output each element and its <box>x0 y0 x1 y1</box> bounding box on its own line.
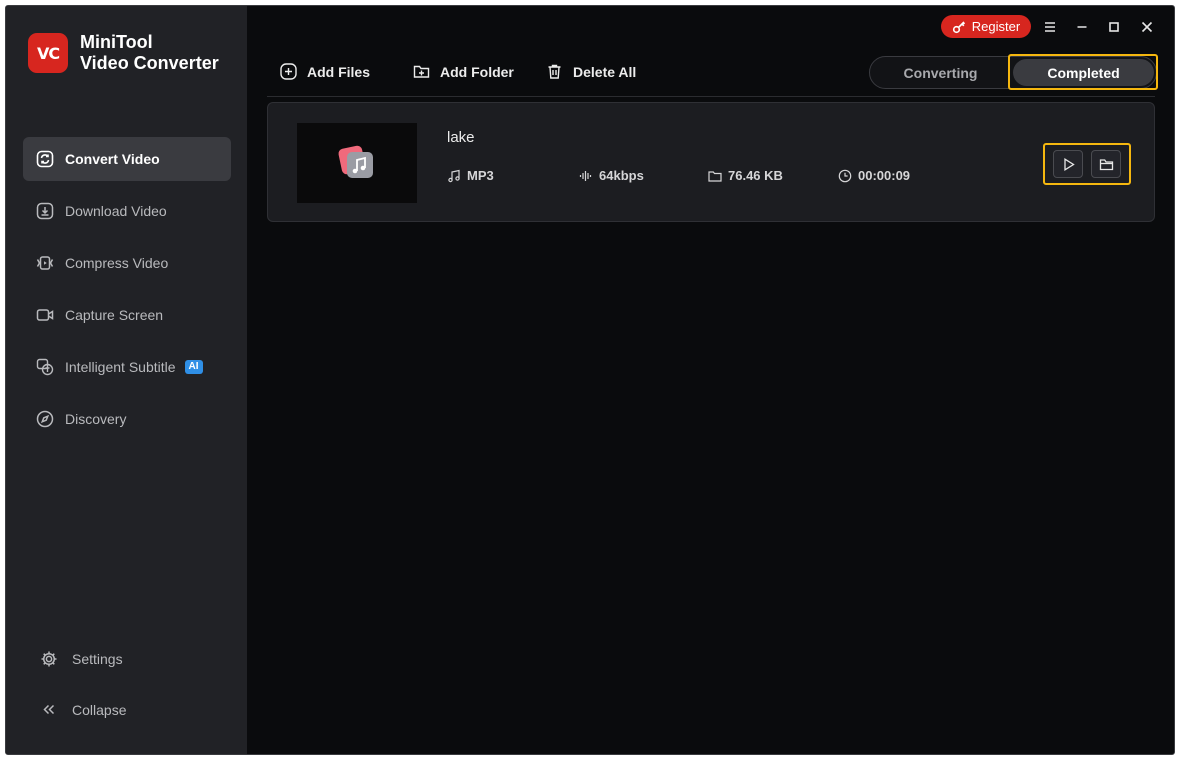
clock-icon <box>838 169 852 182</box>
sidebar-item-label: Convert Video <box>65 151 160 167</box>
file-actions <box>1043 143 1131 185</box>
file-bitrate: 64kbps <box>579 168 644 183</box>
maximize-icon <box>1109 22 1119 32</box>
size-value: 76.46 KB <box>728 168 783 183</box>
play-button[interactable] <box>1053 150 1083 178</box>
tab-completed[interactable]: Completed <box>1013 59 1154 86</box>
tab-converting[interactable]: Converting <box>870 57 1011 88</box>
download-icon <box>36 202 54 220</box>
folder-icon <box>708 170 722 182</box>
sidebar-item-label: Compress Video <box>65 255 169 271</box>
subtitle-icon <box>36 358 54 376</box>
add-circle-icon <box>280 63 297 80</box>
collapse-container: Collapse <box>40 698 240 722</box>
app-title: MiniTool Video Converter <box>80 32 219 74</box>
register-button[interactable]: Register <box>941 15 1031 38</box>
compress-icon <box>36 256 54 270</box>
delete-all-label: Delete All <box>573 63 637 80</box>
app-window: VC MiniTool Video Converter Convert Vide… <box>5 5 1175 755</box>
close-icon <box>1141 21 1153 33</box>
file-duration: 00:00:09 <box>838 168 910 183</box>
close-button[interactable] <box>1137 17 1157 37</box>
minimize-icon <box>1077 26 1087 28</box>
app-title-line2: Video Converter <box>80 53 219 73</box>
compass-icon <box>36 410 54 428</box>
toolbar-divider <box>267 96 1155 97</box>
settings-label: Settings <box>72 651 123 667</box>
minimize-button[interactable] <box>1072 17 1092 37</box>
sidebar-item-label: Capture Screen <box>65 307 164 323</box>
folder-icon <box>1099 158 1113 170</box>
camera-icon <box>36 309 54 321</box>
sidebar-item-label: Intelligent Subtitle <box>65 359 176 375</box>
sidebar-nav: Convert Video Download Video Compress Vi… <box>23 137 231 449</box>
logo-text: VC <box>36 43 60 63</box>
sidebar-item-compress-video[interactable]: Compress Video <box>23 241 231 285</box>
add-folder-button[interactable]: Add Folder <box>413 63 514 80</box>
file-thumbnail <box>297 123 417 203</box>
add-files-label: Add Files <box>307 63 371 80</box>
sidebar-item-convert-video[interactable]: Convert Video <box>23 137 231 181</box>
gear-icon <box>41 651 57 667</box>
duration-value: 00:00:09 <box>858 168 911 183</box>
file-format: MP3 <box>447 168 494 183</box>
settings-button[interactable]: Settings <box>40 647 240 671</box>
file-card: lake MP3 64kbps 76.46 KB 00:00:09 <box>267 102 1155 222</box>
double-chevron-left-icon <box>43 704 55 715</box>
add-folder-label: Add Folder <box>440 63 514 80</box>
sidebar-item-download-video[interactable]: Download Video <box>23 189 231 233</box>
settings-container: Settings <box>40 647 240 671</box>
file-name: lake <box>447 129 475 146</box>
menu-button[interactable] <box>1040 17 1060 37</box>
menu-icon <box>1045 22 1055 32</box>
add-files-button[interactable]: Add Files <box>280 63 370 80</box>
play-icon <box>1063 157 1075 171</box>
brand: VC MiniTool Video Converter <box>28 32 219 74</box>
music-note-icon <box>448 169 460 182</box>
sidebar-item-label: Discovery <box>65 411 127 427</box>
sidebar-item-capture-screen[interactable]: Capture Screen <box>23 293 231 337</box>
sidebar-item-intelligent-subtitle[interactable]: Intelligent Subtitle AI <box>23 345 231 389</box>
app-title-line1: MiniTool <box>80 32 153 52</box>
delete-all-button[interactable]: Delete All <box>546 63 636 80</box>
collapse-button[interactable]: Collapse <box>40 698 240 722</box>
app-logo: VC <box>28 33 68 73</box>
ai-badge: AI <box>184 360 203 374</box>
format-value: MP3 <box>467 168 494 183</box>
trash-icon <box>548 64 561 79</box>
music-file-icon <box>338 145 373 178</box>
waveform-icon <box>579 170 592 181</box>
sidebar-item-discovery[interactable]: Discovery <box>23 397 231 441</box>
key-icon <box>952 20 965 33</box>
open-folder-button[interactable] <box>1091 150 1121 178</box>
sidebar: VC MiniTool Video Converter Convert Vide… <box>6 6 247 754</box>
maximize-button[interactable] <box>1104 17 1124 37</box>
status-tabs: Converting Completed <box>869 56 1157 89</box>
sidebar-item-label: Download Video <box>65 203 167 219</box>
convert-icon <box>36 150 54 168</box>
collapse-label: Collapse <box>72 702 127 718</box>
register-label: Register <box>971 19 1021 34</box>
bitrate-value: 64kbps <box>599 168 644 183</box>
file-size: 76.46 KB <box>708 168 783 183</box>
add-folder-icon <box>413 65 430 78</box>
